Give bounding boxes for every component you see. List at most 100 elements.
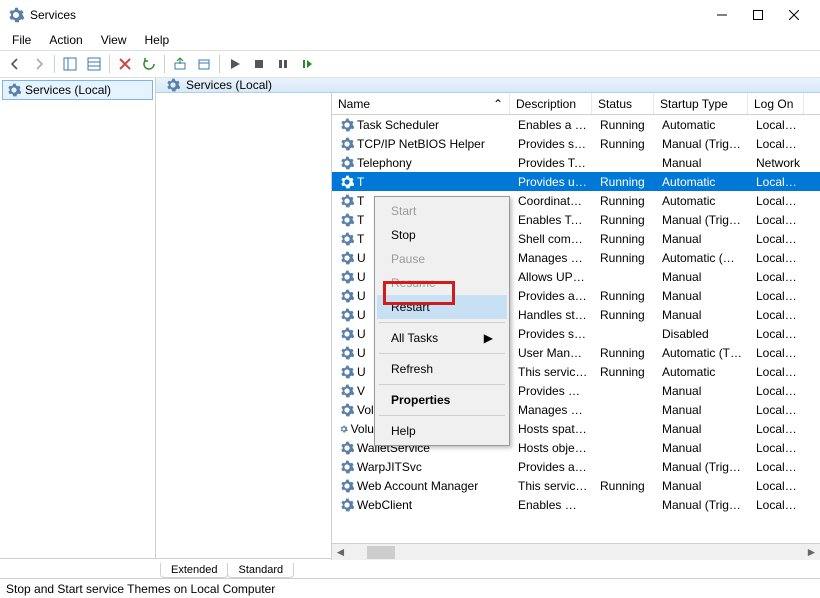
cell-status: Running — [594, 118, 656, 132]
show-hide-tree-button[interactable] — [59, 53, 81, 75]
cell-startup: Manual — [656, 270, 750, 284]
ctx-start: Start — [377, 199, 507, 223]
cell-logon: Local Sy — [750, 213, 806, 227]
col-name[interactable]: Name⌃ — [332, 93, 510, 114]
menu-help[interactable]: Help — [137, 31, 178, 49]
cell-name: TCP/IP NetBIOS Helper — [334, 137, 512, 151]
refresh-button[interactable] — [138, 53, 160, 75]
ctx-all-tasks[interactable]: All Tasks▶ — [377, 326, 507, 350]
back-button[interactable] — [4, 53, 26, 75]
col-log-on[interactable]: Log On — [748, 93, 804, 114]
window-title: Services — [30, 8, 704, 22]
tab-standard[interactable]: Standard — [227, 563, 294, 578]
cell-logon: Local Sy — [750, 194, 806, 208]
cell-description: Provides Tel… — [512, 156, 594, 170]
pause-service-button[interactable] — [272, 53, 294, 75]
cell-startup: Manual — [656, 422, 750, 436]
ctx-help[interactable]: Help — [377, 419, 507, 443]
ctx-restart[interactable]: Restart — [377, 295, 507, 319]
cell-startup: Manual — [656, 441, 750, 455]
cell-startup: Automatic — [656, 118, 750, 132]
export-button[interactable] — [169, 53, 191, 75]
menu-action[interactable]: Action — [41, 31, 90, 49]
service-row[interactable]: Task SchedulerEnables a us…RunningAutoma… — [332, 115, 820, 134]
menu-bar: File Action View Help — [0, 30, 820, 50]
cell-logon: Local Sy — [750, 289, 806, 303]
gear-icon — [166, 78, 180, 92]
col-description[interactable]: Description — [510, 93, 592, 114]
cell-description: Hosts objec… — [512, 441, 594, 455]
cell-status: Running — [594, 289, 656, 303]
cell-startup: Automatic — [656, 175, 750, 189]
cell-status: Running — [594, 175, 656, 189]
stop-service-button[interactable] — [248, 53, 270, 75]
ctx-properties[interactable]: Properties — [377, 388, 507, 412]
ctx-refresh[interactable]: Refresh — [377, 357, 507, 381]
main-header-label: Services (Local) — [186, 78, 272, 92]
col-status[interactable]: Status — [592, 93, 654, 114]
maximize-button[interactable] — [740, 1, 776, 29]
cell-startup: Manual — [656, 479, 750, 493]
cell-logon: Local Sy — [750, 479, 806, 493]
restart-service-button[interactable] — [296, 53, 318, 75]
close-button[interactable] — [776, 1, 812, 29]
properties-button[interactable] — [193, 53, 215, 75]
cell-logon: Local Se — [750, 422, 806, 436]
cell-startup: Manual — [656, 384, 750, 398]
details-view-button[interactable] — [83, 53, 105, 75]
cell-status: Running — [594, 346, 656, 360]
scroll-left-arrow[interactable]: ◄ — [332, 544, 349, 561]
cell-description: This service … — [512, 365, 594, 379]
tab-extended[interactable]: Extended — [160, 563, 228, 578]
cell-logon: Local Sy — [750, 441, 806, 455]
cell-startup: Manual (Trig… — [656, 460, 750, 474]
start-service-button[interactable] — [224, 53, 246, 75]
minimize-button[interactable] — [704, 1, 740, 29]
col-startup-type[interactable]: Startup Type — [654, 93, 748, 114]
cell-description: Coordinates… — [512, 194, 594, 208]
cell-logon: Local Sy — [750, 232, 806, 246]
cell-startup: Manual — [656, 156, 750, 170]
cell-startup: Disabled — [656, 327, 750, 341]
main-header: Services (Local) — [156, 78, 820, 93]
delete-button[interactable] — [114, 53, 136, 75]
cell-startup: Manual — [656, 232, 750, 246]
cell-logon: Local Se — [750, 137, 806, 151]
gear-icon — [340, 422, 348, 436]
cell-logon: Local Sy — [750, 403, 806, 417]
cell-logon: Local Sy — [750, 346, 806, 360]
cell-logon: Local Sy — [750, 118, 806, 132]
ctx-resume: Resume — [377, 271, 507, 295]
service-row[interactable]: TCP/IP NetBIOS HelperProvides su…Running… — [332, 134, 820, 153]
cell-logon: Network — [750, 156, 806, 170]
service-row[interactable]: TelephonyProvides Tel…ManualNetwork — [332, 153, 820, 172]
gear-icon — [340, 194, 354, 208]
service-row[interactable]: WebClientEnables Win…Manual (Trig…Local … — [332, 495, 820, 514]
cell-description: Provides m… — [512, 384, 594, 398]
gear-icon — [340, 289, 354, 303]
cell-name: WebClient — [334, 498, 512, 512]
horizontal-scrollbar[interactable]: ◄ ► — [332, 543, 820, 560]
service-row[interactable]: WarpJITSvcProvides a JI…Manual (Trig…Loc… — [332, 457, 820, 476]
menu-view[interactable]: View — [93, 31, 135, 49]
gear-icon — [340, 441, 354, 455]
forward-button[interactable] — [28, 53, 50, 75]
sidebar-item-services-local[interactable]: Services (Local) — [2, 80, 153, 100]
cell-description: Provides su… — [512, 327, 594, 341]
service-row[interactable]: TProvides us…RunningAutomaticLocal Sy — [332, 172, 820, 191]
scroll-right-arrow[interactable]: ► — [803, 544, 820, 561]
scroll-thumb[interactable] — [367, 546, 395, 559]
cell-logon: Local Sy — [750, 308, 806, 322]
ctx-stop[interactable]: Stop — [377, 223, 507, 247]
cell-logon: Local Se — [750, 498, 806, 512]
cell-startup: Automatic (… — [656, 251, 750, 265]
menu-file[interactable]: File — [4, 31, 39, 49]
cell-status: Running — [594, 308, 656, 322]
service-row[interactable]: Web Account ManagerThis service …Running… — [332, 476, 820, 495]
cell-startup: Automatic — [656, 194, 750, 208]
cell-logon: Local Sy — [750, 327, 806, 341]
cell-status: Running — [594, 213, 656, 227]
cell-description: Provides us… — [512, 175, 594, 189]
description-pane — [156, 93, 332, 560]
cell-description: Manages an… — [512, 403, 594, 417]
